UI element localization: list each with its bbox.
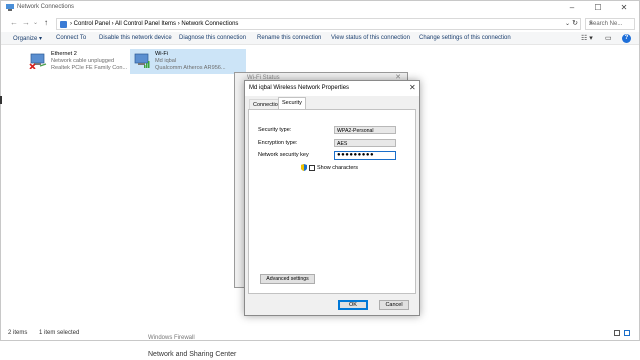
encryption-type-label: Encryption type: <box>258 140 298 146</box>
view-options-icon[interactable]: ☷ ▾ <box>581 34 593 42</box>
network-key-field[interactable]: ●●●●●●●●● <box>334 151 396 160</box>
window-title: Network Connections <box>17 4 75 10</box>
tab-security[interactable]: Security <box>278 97 306 109</box>
cancel-button[interactable]: Cancel <box>379 300 409 310</box>
status-bar: 2 items 1 item selected <box>1 327 639 339</box>
minimize-button[interactable]: – <box>561 2 583 14</box>
network-connections-app-icon <box>6 4 14 11</box>
network-key-label: Network security key <box>258 152 309 158</box>
refresh-icon[interactable]: ↻ <box>572 19 578 27</box>
adapter-name: Wi-Fi <box>155 51 169 57</box>
item-count: 2 items <box>8 330 28 336</box>
security-type-label: Security type: <box>258 127 292 133</box>
address-bar-row: ← → ⌄ ↑ › Control Panel › All Control Pa… <box>1 16 639 31</box>
search-input[interactable]: Search Ne... ⌕ <box>585 18 635 30</box>
dialog-title-bar: Md iqbal Wireless Network Properties ✕ <box>245 81 419 96</box>
help-icon[interactable]: ? <box>622 34 631 43</box>
breadcrumb[interactable]: › Control Panel › All Control Panel Item… <box>70 21 238 27</box>
organize-menu[interactable]: Organize ▾ <box>13 35 42 42</box>
back-arrow-icon[interactable]: ← <box>10 18 18 28</box>
adapter-status: Network cable unplugged <box>51 58 115 64</box>
close-window-button[interactable]: ✕ <box>613 2 635 14</box>
adapter-status: Md iqbal <box>155 58 177 64</box>
forward-arrow-icon[interactable]: → <box>22 18 30 28</box>
address-box[interactable]: › Control Panel › All Control Panel Item… <box>56 18 581 30</box>
adapter-device: Qualcomm Atheros AR956... <box>155 65 226 71</box>
address-dropdown-icon[interactable]: ⌄ <box>565 20 570 27</box>
security-panel: Security type: WPA2-Personal ⌄ Encryptio… <box>248 109 416 294</box>
search-icon[interactable]: ⌕ <box>589 20 632 28</box>
preview-pane-icon[interactable]: ▭ <box>605 34 612 42</box>
disable-device-button[interactable]: Disable this network device <box>99 35 172 41</box>
dialog-close-icon[interactable]: ✕ <box>409 83 416 92</box>
change-settings-button[interactable]: Change settings of this connection <box>419 35 511 41</box>
window-edge-marker <box>0 96 2 104</box>
show-characters-label[interactable]: Show characters <box>317 165 358 171</box>
wireless-properties-dialog: Md iqbal Wireless Network Properties ✕ C… <box>244 80 420 316</box>
windows-firewall-link[interactable]: Windows Firewall <box>148 335 195 341</box>
view-status-button[interactable]: View status of this connection <box>331 35 410 41</box>
show-characters-checkbox[interactable] <box>309 165 315 171</box>
adapter-name: Ethernet 2 <box>51 51 77 57</box>
security-type-select[interactable]: WPA2-Personal ⌄ <box>334 126 396 134</box>
adapter-wifi[interactable]: Wi-Fi Md iqbal Qualcomm Atheros AR956... <box>130 49 246 74</box>
encryption-type-select[interactable]: AES ⌄ <box>334 139 396 147</box>
advanced-settings-button[interactable]: Advanced settings <box>260 274 315 284</box>
rename-connection-button[interactable]: Rename this connection <box>257 35 321 41</box>
ethernet-disconnected-icon <box>29 53 47 69</box>
title-bar: Network Connections – ☐ ✕ <box>1 1 639 15</box>
network-sharing-center-link[interactable]: Network and Sharing Center <box>148 351 236 358</box>
up-arrow-icon[interactable]: ↑ <box>44 18 48 28</box>
network-key-value: ●●●●●●●●● <box>337 152 375 158</box>
connect-to-button[interactable]: Connect To <box>56 35 86 41</box>
uac-shield-icon <box>301 164 307 171</box>
dialog-title: Md iqbal Wireless Network Properties <box>249 85 350 91</box>
chevron-down-icon: ⌄ <box>337 140 342 146</box>
tiles-view-icon[interactable] <box>624 330 630 336</box>
ok-button[interactable]: OK <box>338 300 368 310</box>
wifi-adapter-icon <box>134 53 150 68</box>
maximize-button[interactable]: ☐ <box>587 2 609 14</box>
control-panel-icon <box>60 21 67 28</box>
recent-locations-icon[interactable]: ⌄ <box>33 18 38 28</box>
command-bar: Organize ▾ Connect To Disable this netwo… <box>1 32 639 45</box>
chevron-down-icon: ⌄ <box>337 127 342 133</box>
adapter-ethernet-2[interactable]: Ethernet 2 Network cable unplugged Realt… <box>26 49 129 74</box>
selection-count: 1 item selected <box>39 330 80 336</box>
details-view-icon[interactable] <box>614 330 620 336</box>
adapter-device: Realtek PCIe FE Family Con... <box>51 65 128 71</box>
diagnose-connection-button[interactable]: Diagnose this connection <box>179 35 246 41</box>
